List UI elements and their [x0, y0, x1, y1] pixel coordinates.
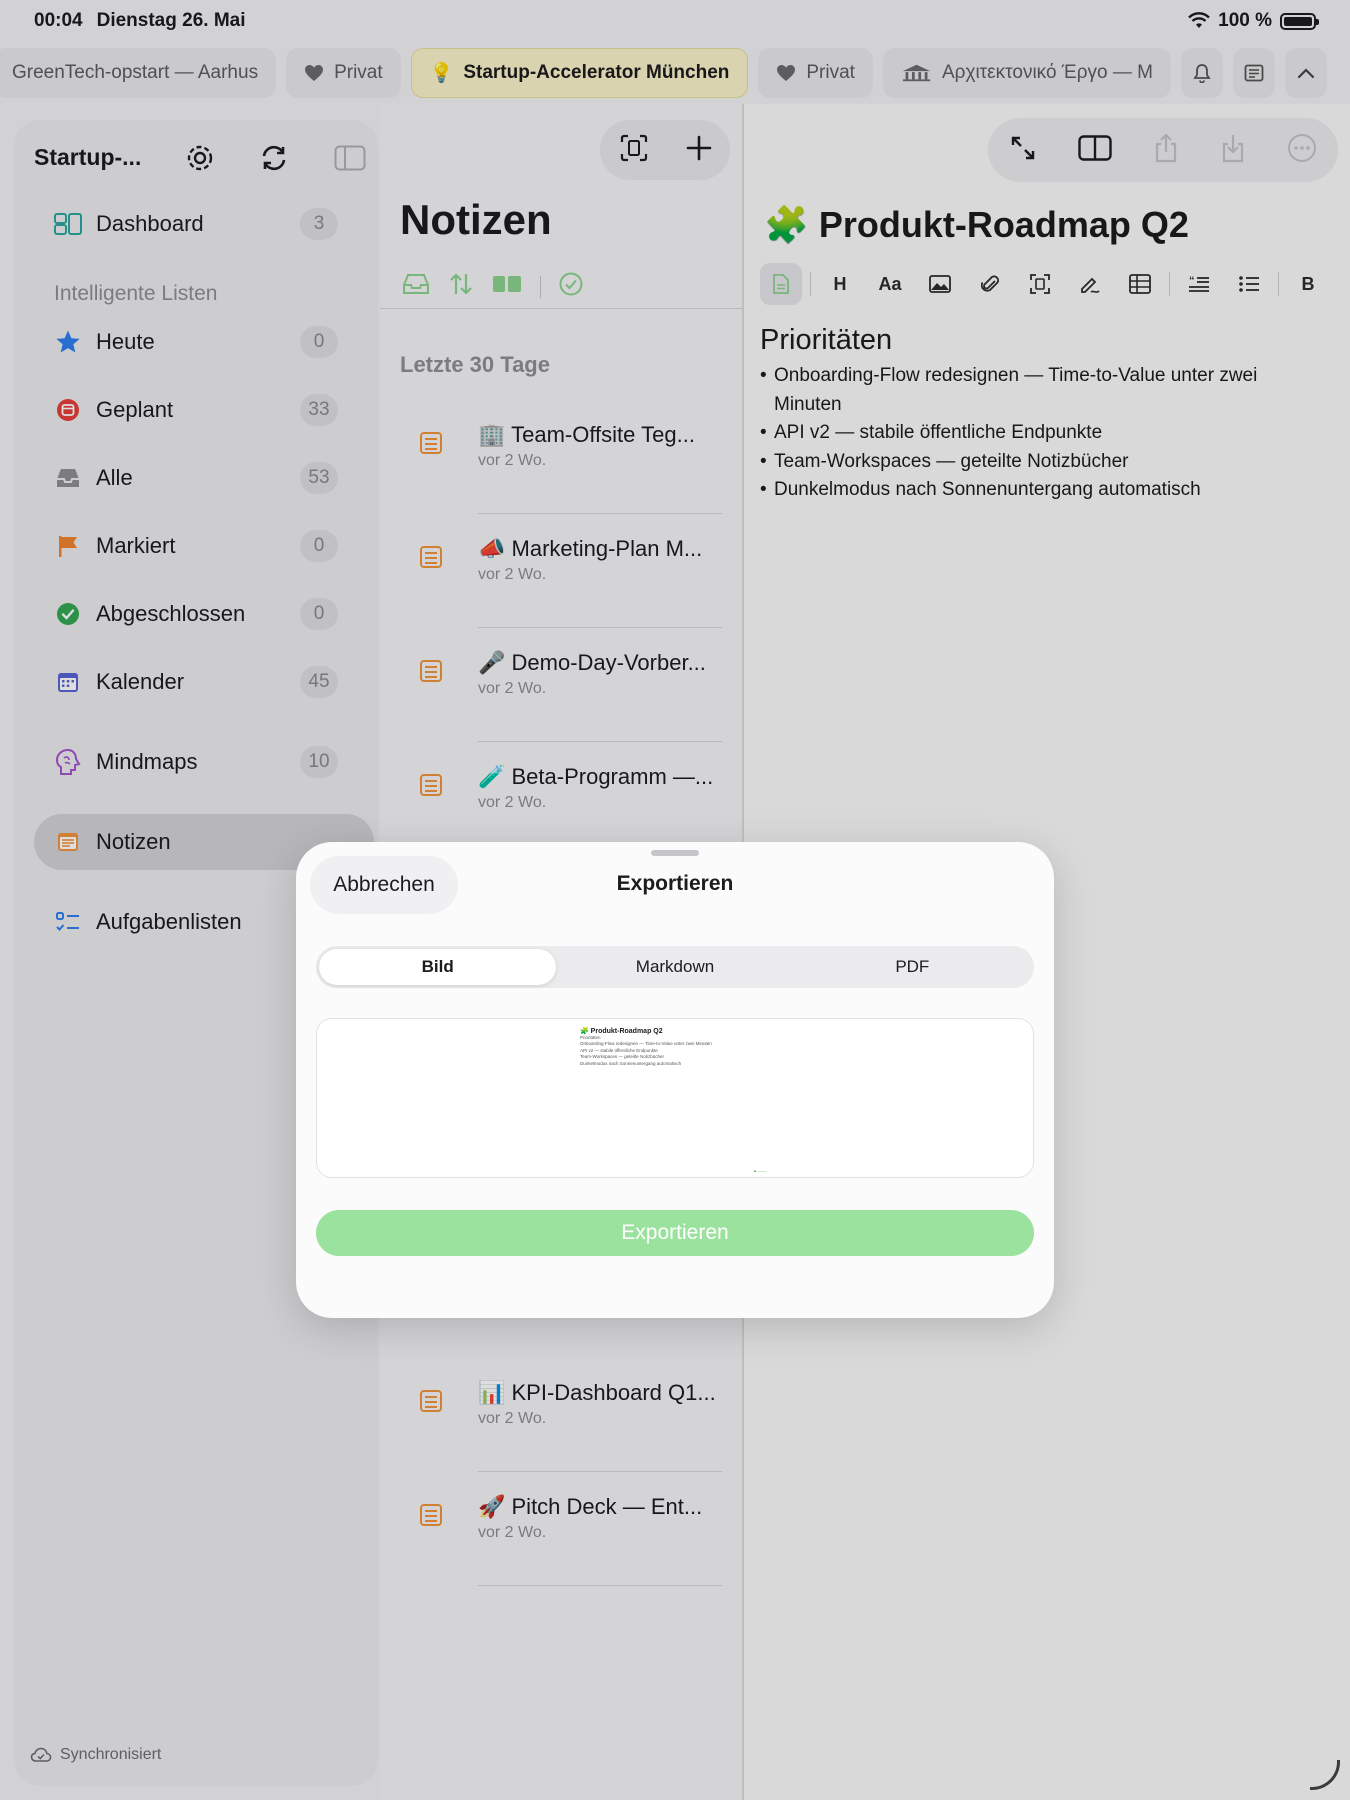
preview-line: Dunkelmodus nach Sonnenuntergang automat… — [580, 1060, 682, 1066]
preview-thumbnail: 🧩 Produkt-Roadmap Q2 Prioritäten Onboard… — [580, 1027, 712, 1067]
export-button[interactable]: Exportieren — [316, 1210, 1034, 1256]
preview-line: Onboarding-Flow redesignen — Time-to-Val… — [580, 1041, 712, 1047]
preview-title: 🧩 Produkt-Roadmap Q2 — [580, 1027, 700, 1035]
segment-markdown[interactable]: Markdown — [556, 949, 793, 985]
segment-bild[interactable]: Bild — [319, 949, 557, 985]
preview-title-text: Produkt-Roadmap Q2 — [590, 1028, 663, 1035]
preview-footer-mark: ▲ —— — [753, 1168, 767, 1173]
export-sheet: Abbrechen Exportieren Bild Markdown PDF … — [296, 842, 1054, 1318]
export-preview: 🧩 Produkt-Roadmap Q2 Prioritäten Onboard… — [316, 1018, 1034, 1178]
puzzle-icon: 🧩 — [580, 1028, 589, 1035]
sheet-title: Exportieren — [616, 872, 734, 895]
format-segmented-control: Bild Markdown PDF — [316, 946, 1034, 988]
segment-pdf[interactable]: PDF — [794, 949, 1031, 985]
sheet-grabber[interactable] — [651, 850, 699, 856]
